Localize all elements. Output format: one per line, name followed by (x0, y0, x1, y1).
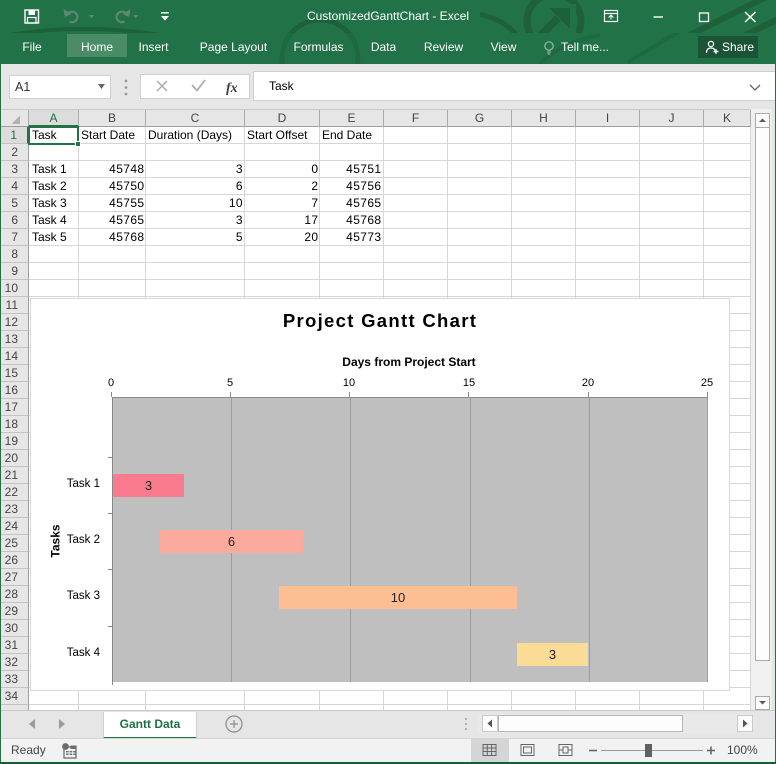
svg-text:fx: fx (226, 81, 238, 96)
